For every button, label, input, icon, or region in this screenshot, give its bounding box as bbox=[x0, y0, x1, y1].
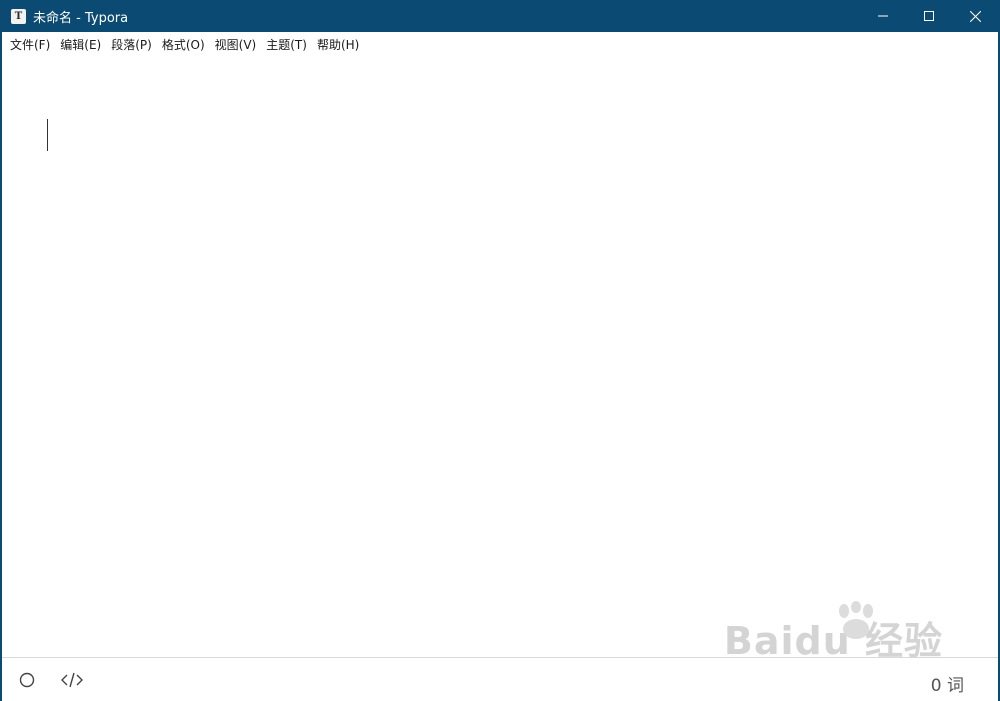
editor-area[interactable] bbox=[2, 56, 998, 658]
menu-view[interactable]: 视图(V) bbox=[213, 34, 263, 55]
maximize-icon bbox=[924, 11, 934, 21]
toggle-sidebar-button[interactable] bbox=[16, 670, 38, 690]
menu-format[interactable]: 格式(O) bbox=[160, 34, 211, 55]
code-icon bbox=[61, 672, 83, 688]
minimize-button[interactable] bbox=[860, 0, 906, 32]
title-bar[interactable]: T 未命名 - Typora bbox=[2, 0, 998, 32]
typora-window: T 未命名 - Typora 文件(F) 编辑(E) 段落(P) 格式(O) 视… bbox=[0, 0, 1000, 701]
menu-theme[interactable]: 主题(T) bbox=[264, 34, 313, 55]
close-button[interactable] bbox=[952, 0, 998, 32]
status-bar: 0 词 bbox=[2, 657, 998, 701]
circle-icon bbox=[19, 672, 35, 688]
window-controls bbox=[860, 0, 998, 32]
typora-app-icon: T bbox=[11, 8, 26, 24]
text-caret bbox=[47, 119, 48, 151]
menu-file[interactable]: 文件(F) bbox=[8, 34, 56, 55]
menu-bar: 文件(F) 编辑(E) 段落(P) 格式(O) 视图(V) 主题(T) 帮助(H… bbox=[2, 32, 998, 56]
minimize-icon bbox=[878, 15, 888, 17]
window-title: 未命名 - Typora bbox=[33, 10, 129, 26]
source-code-mode-button[interactable] bbox=[59, 670, 85, 690]
menu-help[interactable]: 帮助(H) bbox=[315, 34, 365, 55]
word-count[interactable]: 0 词 bbox=[931, 671, 964, 696]
menu-paragraph[interactable]: 段落(P) bbox=[109, 34, 158, 55]
paw-icon bbox=[839, 601, 873, 639]
close-icon bbox=[969, 10, 981, 22]
menu-edit[interactable]: 编辑(E) bbox=[58, 34, 107, 55]
maximize-button[interactable] bbox=[906, 0, 952, 32]
